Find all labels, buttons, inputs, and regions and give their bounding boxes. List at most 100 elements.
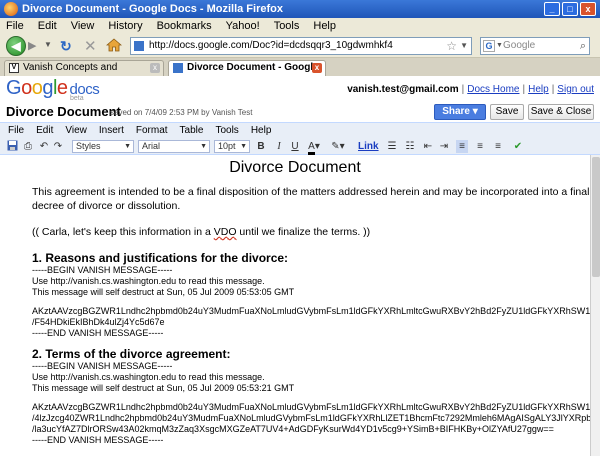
redo-icon[interactable]: ↷ — [52, 140, 64, 153]
note-text-after: until we finalize the terms. )) — [236, 226, 371, 238]
google-docs-logo[interactable]: Google docs — [6, 77, 100, 100]
tab-vanish-concepts[interactable]: V Vanish Concepts and Architecture x — [4, 60, 164, 87]
account-links: vanish.test@gmail.com | Docs Home | Help | Sig… — [347, 84, 594, 95]
docs-menu-help[interactable]: Help — [251, 123, 272, 138]
intro-line-1: This agreement is intended to be a final… — [32, 186, 590, 198]
note-paragraph: (( Carla, let's keep this information in… — [32, 225, 370, 239]
document-area[interactable]: Divorce Document This agreement is inten… — [0, 155, 590, 456]
address-dropdown-icon[interactable]: ▼ — [460, 38, 468, 54]
numbered-list-icon[interactable]: ☰ — [386, 140, 398, 153]
history-dropdown-icon[interactable]: ▼ — [44, 40, 52, 49]
docs-menu-tools[interactable]: Tools — [215, 123, 238, 138]
align-right-icon[interactable]: ≡ — [492, 140, 504, 153]
menu-history[interactable]: History — [108, 18, 142, 34]
search-engine-dropdown-icon[interactable]: ▼ — [496, 38, 503, 54]
docs-menu-view[interactable]: View — [65, 123, 87, 138]
docs-menu-insert[interactable]: Insert — [99, 123, 124, 138]
msg1-end: -----END VANISH MESSAGE----- — [32, 328, 164, 338]
bookmark-star-icon[interactable]: ☆ — [446, 38, 457, 54]
underline-button[interactable]: U — [290, 140, 300, 153]
font-dropdown[interactable]: Arial ▼ — [138, 140, 210, 153]
link-button[interactable]: Link — [358, 140, 379, 153]
increase-indent-icon[interactable]: ⇥ — [438, 140, 450, 153]
search-box[interactable]: G ▼ Google ⌕ — [480, 37, 590, 55]
docs-menu-format[interactable]: Format — [136, 123, 168, 138]
save-disk-icon[interactable] — [6, 140, 18, 153]
save-and-close-button[interactable]: Save & Close — [528, 104, 594, 120]
scrollbar-thumb[interactable] — [592, 157, 600, 277]
search-icon[interactable]: ⌕ — [580, 38, 586, 54]
font-size-dropdown[interactable]: 10pt ▼ — [214, 140, 250, 153]
chevron-down-icon: ▼ — [124, 143, 131, 150]
msg2-code-line-3: /la3ucYfAZ7DlrORSw43A02kmqM3zZaq3XsgcMXG… — [32, 424, 554, 434]
note-vdo-word: VDO — [213, 226, 237, 238]
address-url: http://docs.google.com/Doc?id=dcdsqqr3_1… — [149, 40, 393, 51]
tab-divorce-document[interactable]: Divorce Document - Google Docs x — [168, 60, 326, 87]
browser-menu-bar: File Edit View History Bookmarks Yahoo! … — [0, 18, 600, 34]
docs-menu-file[interactable]: File — [8, 123, 24, 138]
msg2-code-line-1: AKztAAVzcgBGZWR1Lndhc2hpbmd0b24uY3MudmFu… — [32, 402, 590, 412]
msg2-use: Use http://vanish.cs.washington.edu to r… — [32, 372, 265, 382]
undo-icon[interactable]: ↶ — [38, 140, 50, 153]
text-color-icon[interactable]: A▾ — [306, 140, 322, 155]
save-button[interactable]: Save — [490, 104, 524, 120]
page-favicon-icon — [134, 41, 144, 51]
print-icon[interactable]: ⎙ — [22, 140, 34, 153]
italic-button[interactable]: I — [274, 140, 284, 153]
highlight-color-icon[interactable]: ✎▾ — [330, 140, 346, 153]
minimize-button[interactable]: _ — [544, 2, 560, 16]
menu-tools[interactable]: Tools — [274, 18, 300, 34]
beta-label: beta — [70, 95, 84, 102]
document-title[interactable]: Divorce Document — [6, 104, 121, 119]
msg1-use: Use http://vanish.cs.washington.edu to r… — [32, 276, 265, 286]
menu-help[interactable]: Help — [313, 18, 336, 34]
help-link[interactable]: Help — [528, 84, 549, 95]
msg1-destruct: This message will self destruct at Sun, … — [32, 287, 295, 297]
tab-strip: V Vanish Concepts and Architecture x Div… — [0, 58, 600, 87]
close-tab-icon[interactable]: x — [150, 63, 160, 73]
decrease-indent-icon[interactable]: ⇤ — [422, 140, 434, 153]
home-button[interactable] — [105, 37, 123, 53]
styles-dropdown[interactable]: Styles ▼ — [72, 140, 134, 153]
chevron-down-icon: ▼ — [240, 143, 247, 150]
menu-file[interactable]: File — [6, 18, 24, 34]
menu-bookmarks[interactable]: Bookmarks — [157, 18, 212, 34]
sign-out-link[interactable]: Sign out — [557, 84, 594, 95]
msg2-end: -----END VANISH MESSAGE----- — [32, 435, 164, 445]
docs-home-link[interactable]: Docs Home — [467, 84, 519, 95]
maximize-button[interactable]: □ — [562, 2, 578, 16]
menu-view[interactable]: View — [71, 18, 95, 34]
align-left-icon[interactable]: ≡ — [456, 140, 468, 153]
document-title-bar: Divorce Document saved on 7/4/09 2:53 PM… — [0, 104, 600, 122]
font-size-value: 10pt — [218, 141, 236, 151]
styles-value: Styles — [76, 141, 101, 151]
document-scrollbar[interactable] — [590, 155, 600, 456]
msg2-begin: -----BEGIN VANISH MESSAGE----- — [32, 361, 173, 371]
msg1-begin: -----BEGIN VANISH MESSAGE----- — [32, 265, 173, 275]
close-window-button[interactable]: x — [580, 2, 596, 16]
tab-favicon-icon: V — [9, 63, 19, 73]
menu-edit[interactable]: Edit — [38, 18, 57, 34]
menu-yahoo[interactable]: Yahoo! — [226, 18, 260, 34]
share-button[interactable]: Share ▾ — [434, 104, 486, 120]
back-button[interactable]: ◀ — [6, 36, 26, 56]
msg1-code-line-1: AKztAAVzcgBGZWR1Lndhc2hpbmd0b24uY3MudmFu… — [32, 306, 590, 316]
msg1-code-line-2: /F54HDkiEkIBhDk4ulZj4Yc5d67e — [32, 317, 165, 327]
spellcheck-icon[interactable]: ✔ — [512, 140, 524, 153]
stop-button[interactable]: ✕ — [84, 37, 97, 55]
forward-button[interactable]: ▶ — [28, 39, 44, 53]
bulleted-list-icon[interactable]: ☷ — [404, 140, 416, 153]
reload-button[interactable]: ↻ — [60, 38, 72, 55]
bold-button[interactable]: B — [256, 140, 266, 153]
firefox-logo-icon — [4, 2, 18, 16]
msg2-destruct: This message will self destruct at Sun, … — [32, 383, 295, 393]
section-2-heading: 2. Terms of the divorce agreement: — [32, 347, 231, 361]
docs-menu-edit[interactable]: Edit — [36, 123, 53, 138]
search-engine-icon[interactable]: G — [483, 40, 495, 52]
docs-menu-table[interactable]: Table — [180, 123, 204, 138]
close-tab-icon[interactable]: x — [312, 63, 322, 73]
align-center-icon[interactable]: ≡ — [474, 140, 486, 153]
saved-info: saved on 7/4/09 2:53 PM by Vanish Test — [110, 108, 253, 117]
address-bar[interactable]: http://docs.google.com/Doc?id=dcdsqqr3_1… — [130, 37, 472, 55]
docs-menu-bar: File Edit View Insert Format Table Tools… — [0, 122, 600, 138]
